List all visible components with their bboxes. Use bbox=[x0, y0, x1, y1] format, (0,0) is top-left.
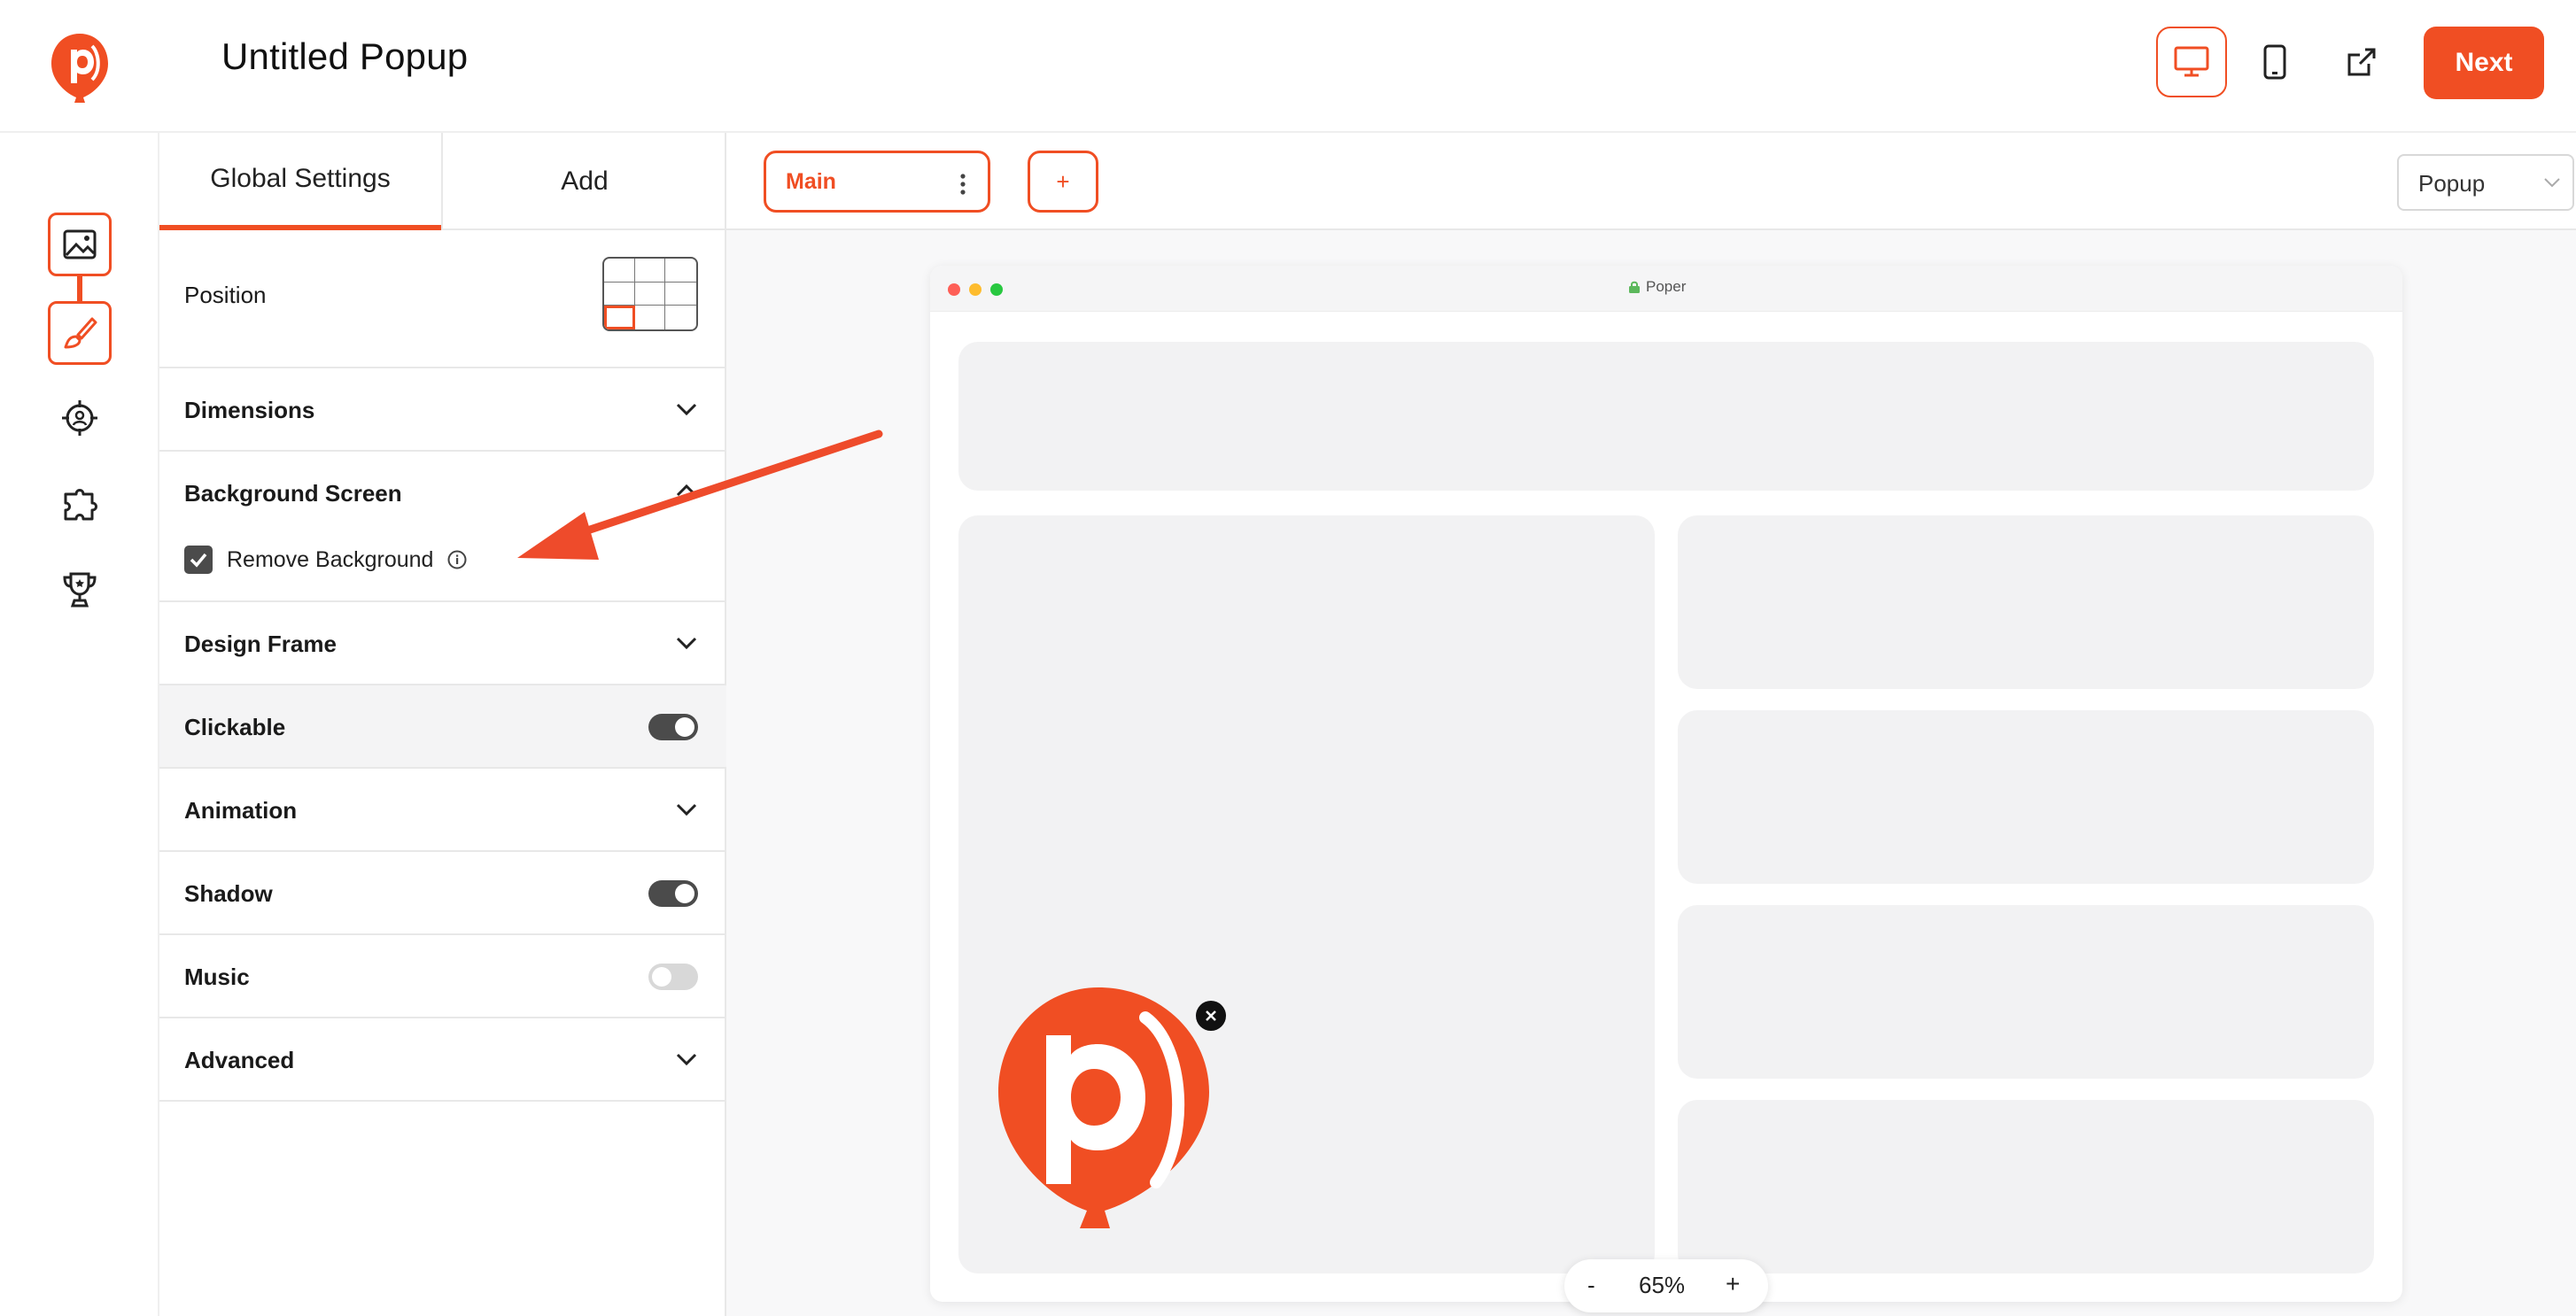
popup-balloon-widget[interactable] bbox=[988, 979, 1227, 1244]
mobile-view-button[interactable] bbox=[2239, 27, 2310, 97]
puzzle-icon bbox=[64, 489, 97, 521]
poper-logo-icon[interactable] bbox=[48, 30, 112, 106]
browser-address: Poper bbox=[1628, 278, 1686, 296]
checkmark-icon bbox=[190, 553, 207, 568]
background-screen-section: Background Screen Remove Background bbox=[159, 452, 726, 602]
zoom-out-button[interactable]: - bbox=[1587, 1272, 1595, 1299]
skeleton-side-block bbox=[1678, 905, 2374, 1079]
chevron-down-icon bbox=[676, 1053, 697, 1066]
panel-tabs: Global Settings Add bbox=[159, 133, 726, 230]
position-cell-middle-right[interactable] bbox=[665, 283, 696, 306]
info-icon[interactable] bbox=[446, 549, 468, 570]
desktop-view-button[interactable] bbox=[2156, 27, 2227, 97]
clickable-toggle[interactable] bbox=[648, 714, 698, 740]
animation-section[interactable]: Animation bbox=[159, 769, 726, 852]
tab-add[interactable]: Add bbox=[443, 133, 726, 230]
skeleton-side-block bbox=[1678, 710, 2374, 884]
settings-panel: Global Settings Add Position Dimensions … bbox=[159, 133, 726, 1316]
view-type-value: Popup bbox=[2418, 170, 2486, 197]
shadow-row: Shadow bbox=[159, 852, 726, 935]
position-row: Position bbox=[159, 230, 726, 368]
browser-title-text: Poper bbox=[1646, 278, 1687, 295]
chevron-down-icon bbox=[676, 403, 697, 416]
shadow-toggle[interactable] bbox=[648, 880, 698, 907]
lock-icon bbox=[1629, 281, 1640, 293]
mobile-icon bbox=[2263, 44, 2286, 80]
step-bar: Main + Popup bbox=[726, 133, 2576, 230]
chevron-down-icon bbox=[676, 637, 697, 650]
rail-goals-button[interactable] bbox=[48, 558, 112, 622]
trophy-icon bbox=[63, 572, 97, 608]
rail-content-button[interactable] bbox=[48, 213, 112, 276]
animation-label: Animation bbox=[184, 797, 298, 824]
external-link-icon bbox=[2347, 48, 2376, 76]
preview-external-button[interactable] bbox=[2326, 27, 2397, 97]
skeleton-header-block bbox=[958, 342, 2374, 491]
dimensions-section[interactable]: Dimensions bbox=[159, 368, 726, 452]
dimensions-label: Dimensions bbox=[184, 397, 315, 423]
position-label: Position bbox=[184, 282, 267, 308]
step-tab-label: Main bbox=[786, 169, 836, 194]
shadow-label: Shadow bbox=[184, 880, 273, 907]
page-title[interactable]: Untitled Popup bbox=[221, 35, 468, 78]
clickable-row: Clickable bbox=[159, 685, 726, 769]
chevron-down-icon bbox=[676, 803, 697, 817]
window-close-dot bbox=[948, 283, 960, 296]
music-row: Music bbox=[159, 935, 726, 1018]
tab-global-settings[interactable]: Global Settings bbox=[159, 133, 441, 230]
chevron-up-icon[interactable] bbox=[675, 482, 698, 499]
position-cell-middle-left[interactable] bbox=[604, 282, 635, 306]
toggle-knob bbox=[675, 884, 694, 903]
background-screen-label[interactable]: Background Screen bbox=[184, 480, 402, 507]
skeleton-side-block bbox=[1678, 1100, 2374, 1273]
desktop-icon bbox=[2174, 46, 2209, 77]
zoom-in-button[interactable]: + bbox=[1726, 1270, 1740, 1298]
view-type-select[interactable]: Popup bbox=[2397, 154, 2574, 211]
window-minimize-dot bbox=[969, 283, 982, 296]
top-bar: Untitled Popup Next bbox=[0, 0, 2576, 133]
skeleton-side-block bbox=[1678, 515, 2374, 689]
window-maximize-dot bbox=[990, 283, 1003, 296]
position-cell-top-right[interactable] bbox=[665, 259, 696, 283]
rail-integrations-button[interactable] bbox=[48, 473, 112, 537]
step-tab-main[interactable]: Main bbox=[764, 151, 990, 213]
chevron-down-icon bbox=[2544, 178, 2560, 188]
rail-targeting-button[interactable] bbox=[48, 386, 112, 450]
close-icon bbox=[1206, 1010, 1216, 1021]
position-cell-middle-center[interactable] bbox=[634, 282, 666, 306]
image-icon bbox=[63, 229, 97, 259]
rail-connector bbox=[77, 275, 82, 303]
position-cell-bottom-center[interactable] bbox=[635, 306, 666, 329]
remove-background-label[interactable]: Remove Background bbox=[227, 547, 433, 573]
next-button[interactable]: Next bbox=[2424, 27, 2544, 99]
design-frame-section[interactable]: Design Frame bbox=[159, 602, 726, 685]
target-user-icon bbox=[62, 400, 97, 436]
zoom-level: 65% bbox=[1639, 1272, 1686, 1298]
position-cell-top-left[interactable] bbox=[604, 259, 635, 283]
poper-balloon-icon bbox=[998, 987, 1209, 1228]
left-icon-rail bbox=[0, 133, 159, 1316]
canvas-area: Main + Popup Poper - 65% + bbox=[726, 133, 2576, 1316]
toggle-knob bbox=[675, 717, 694, 737]
browser-bar: Poper bbox=[930, 266, 2402, 312]
remove-background-checkbox[interactable] bbox=[184, 546, 213, 574]
position-grid[interactable] bbox=[602, 257, 698, 331]
brush-icon bbox=[64, 317, 97, 349]
zoom-control: - 65% + bbox=[1564, 1259, 1768, 1312]
music-toggle[interactable] bbox=[648, 964, 698, 990]
music-label: Music bbox=[184, 964, 250, 990]
position-cell-top-center[interactable] bbox=[634, 259, 666, 283]
advanced-section[interactable]: Advanced bbox=[159, 1018, 726, 1102]
design-frame-label: Design Frame bbox=[184, 631, 337, 657]
advanced-label: Advanced bbox=[184, 1047, 295, 1073]
toggle-knob bbox=[652, 967, 671, 987]
kebab-menu-icon[interactable] bbox=[958, 171, 968, 197]
position-cell-bottom-left[interactable] bbox=[604, 306, 635, 329]
clickable-label: Clickable bbox=[184, 714, 286, 740]
popup-close-button[interactable] bbox=[1196, 1001, 1226, 1031]
rail-design-button[interactable] bbox=[48, 301, 112, 365]
position-cell-bottom-right[interactable] bbox=[665, 306, 696, 329]
add-step-button[interactable]: + bbox=[1028, 151, 1098, 213]
